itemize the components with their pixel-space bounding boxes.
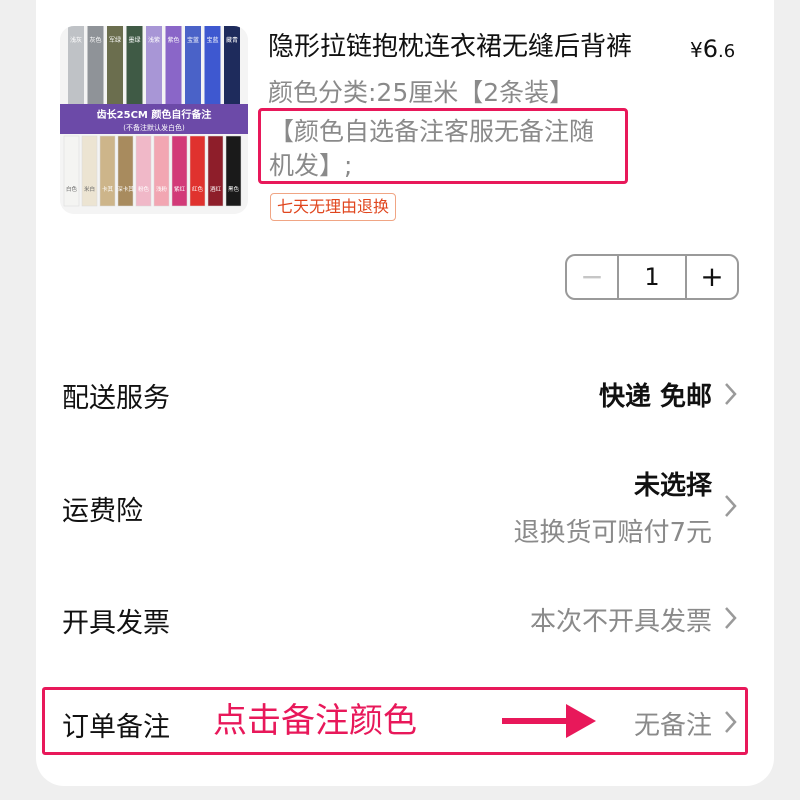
zipper-label: 宝蓝 [206, 36, 218, 44]
chevron-right-icon[interactable] [720, 380, 740, 408]
product-price: ¥6.6 [690, 35, 736, 63]
zipper-label: 酒红 [210, 185, 222, 193]
zipper-label: 宝蓝 [187, 36, 199, 44]
zipper-label: 黑色 [228, 185, 240, 193]
decrease-button[interactable]: − [567, 256, 619, 298]
sku-line3: 机发】; [269, 151, 353, 180]
delivery-value[interactable]: 快递 免邮 [599, 376, 712, 413]
return-policy-tag: 七天无理由退换 [270, 193, 397, 221]
zipper-swatch [63, 135, 80, 207]
insurance-value[interactable]: 未选择 [634, 465, 712, 502]
delivery-label: 配送服务 [62, 383, 170, 414]
sku-line2: 【颜色自选备注客服无备注随 [269, 117, 595, 146]
remark-value[interactable]: 无备注 [634, 705, 712, 742]
increase-button[interactable]: + [685, 256, 737, 298]
zipper-image: 浅灰 灰色 军绿 墨绿 浅紫 紫色 宝蓝 宝蓝 藏青 齿长25CM 颜色自行备注 (不备注默认发… [60, 26, 248, 214]
banner-line2: (不备注默认发白色) [123, 123, 185, 132]
remark-label: 订单备注 [62, 712, 170, 743]
zipper-label: 紫红 [174, 185, 186, 193]
chevron-right-icon[interactable] [720, 708, 740, 736]
invoice-value[interactable]: 本次不开具发票 [530, 601, 712, 638]
zipper-swatch [81, 135, 98, 207]
zipper-label: 米白 [84, 185, 95, 193]
quantity-stepper: − 1 + [565, 254, 739, 300]
zipper-label: 浅紫 [148, 36, 160, 44]
arrow-right-icon [502, 704, 596, 738]
zipper-swatch [117, 135, 134, 207]
zipper-swatch [189, 135, 206, 207]
zipper-label: 藏青 [226, 36, 238, 44]
sku-note-highlight: 【颜色自选备注客服无备注随 机发】; [258, 108, 628, 184]
insurance-subtext: 退换货可赔付7元 [513, 518, 712, 548]
invoice-label: 开具发票 [62, 608, 170, 639]
zipper-label: 灰色 [89, 36, 101, 44]
zipper-label: 粉色 [138, 185, 150, 193]
chevron-right-icon[interactable] [720, 492, 740, 520]
zipper-label: 军绿 [109, 36, 121, 44]
zipper-label: 墨绿 [128, 36, 140, 44]
sku-variant[interactable]: 颜色分类:25厘米【2条装】 [268, 74, 708, 112]
chevron-right-icon[interactable] [720, 604, 740, 632]
sku-line1: 颜色分类:25厘米【2条装】 [268, 78, 575, 107]
zipper-label: 紫色 [167, 36, 179, 44]
zipper-label: 白色 [66, 185, 78, 193]
product-title[interactable]: 隐形拉链抱枕连衣裙无缝后背裤 [268, 30, 668, 64]
zipper-label: 红色 [192, 185, 204, 193]
zipper-label: 卡其 [102, 185, 114, 193]
insurance-label: 运费险 [62, 496, 143, 527]
product-thumbnail[interactable]: 浅灰 灰色 军绿 墨绿 浅紫 紫色 宝蓝 宝蓝 藏青 齿长25CM 颜色自行备注 (不备注默认发… [60, 26, 248, 214]
quantity-value[interactable]: 1 [619, 256, 685, 298]
zipper-swatch [153, 135, 170, 207]
zipper-label: 浅灰 [70, 36, 82, 44]
zipper-label: 深卡其 [117, 185, 134, 193]
zipper-swatch [135, 135, 152, 207]
zipper-swatch [171, 135, 188, 207]
zipper-swatch [207, 135, 224, 207]
annotation-text: 点击备注颜色 [213, 701, 417, 741]
zipper-swatch [99, 135, 116, 207]
banner-line1: 齿长25CM 颜色自行备注 [97, 108, 212, 121]
zipper-label: 浅粉 [156, 185, 168, 193]
zipper-swatch [225, 135, 242, 207]
